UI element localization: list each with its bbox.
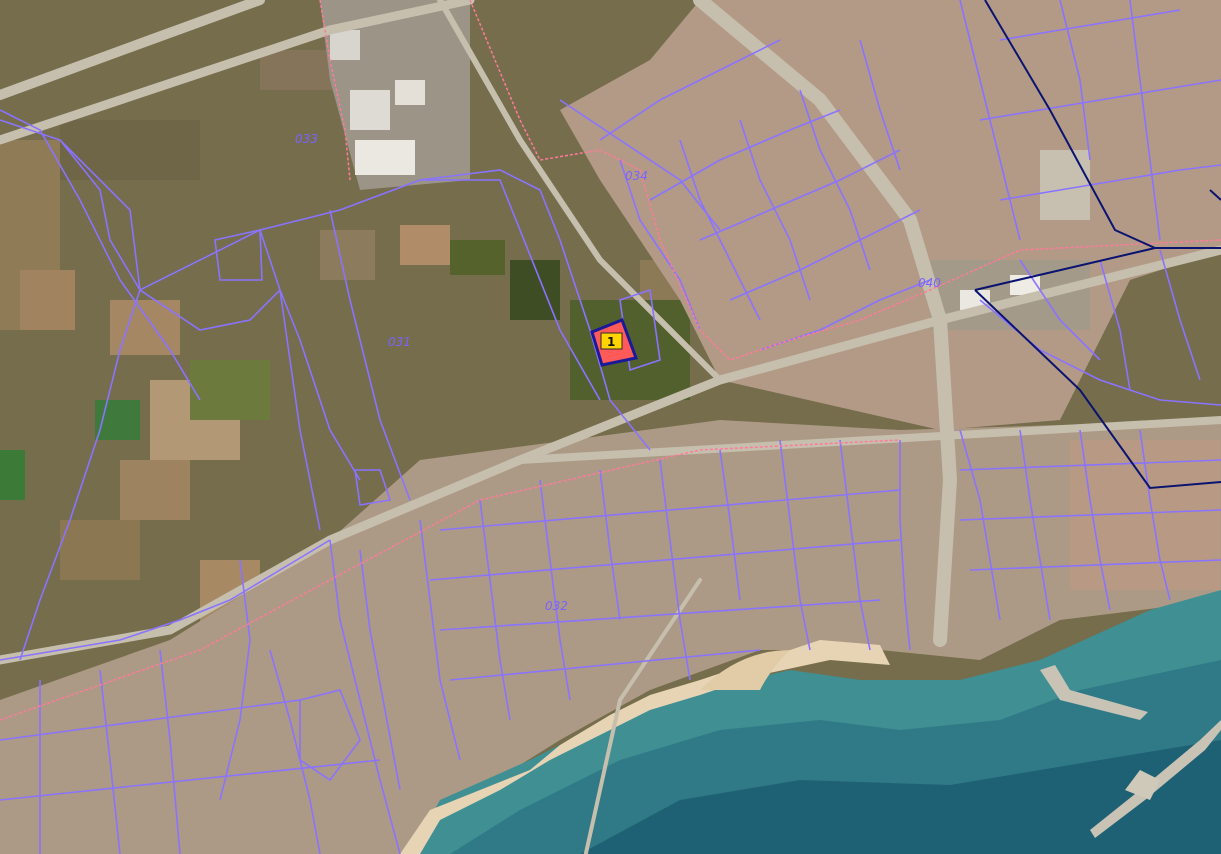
sector-label: 032 — [545, 599, 568, 613]
parcel-number-label: 1 — [607, 335, 615, 349]
sector-label: 034 — [625, 169, 648, 183]
map-viewport[interactable]: 1 033 034 031 032 040 — [0, 0, 1221, 854]
sector-label: 033 — [295, 132, 318, 146]
sector-label: 031 — [388, 335, 411, 349]
aerial-map[interactable]: 1 033 034 031 032 040 — [0, 0, 1221, 854]
sector-label: 040 — [918, 276, 941, 290]
